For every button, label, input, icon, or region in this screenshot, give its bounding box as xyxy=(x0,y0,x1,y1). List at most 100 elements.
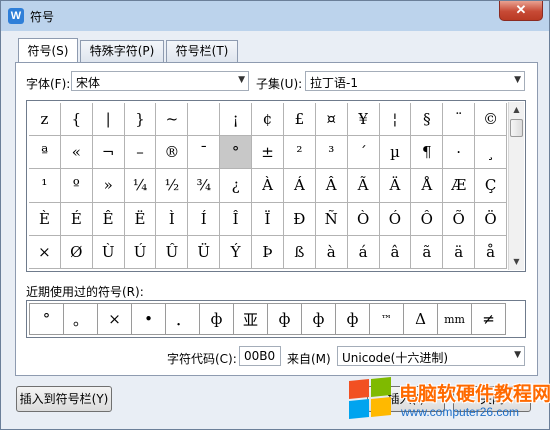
symbol-cell[interactable]: ¾ xyxy=(188,169,221,203)
symbol-cell[interactable]: » xyxy=(92,169,125,203)
recent-symbol-cell[interactable]: Δ xyxy=(403,303,438,335)
symbol-cell[interactable]: ã xyxy=(411,235,444,269)
char-code-input[interactable]: 00B0 xyxy=(239,346,281,366)
recent-symbol-cell[interactable]: ． xyxy=(165,303,200,335)
symbol-cell[interactable]: Ã xyxy=(347,169,380,203)
symbol-cell[interactable]: È xyxy=(29,202,61,236)
symbol-cell[interactable]: Ï xyxy=(252,202,284,236)
insert-to-symbol-bar-button[interactable]: 插入到符号栏(Y) xyxy=(16,386,112,412)
symbol-cell[interactable]: Û xyxy=(156,235,189,269)
title-bar[interactable]: W 符号 ✕ xyxy=(1,1,549,31)
recent-symbol-cell[interactable]: mm xyxy=(437,303,472,335)
scroll-down-icon[interactable]: ▼ xyxy=(509,254,524,270)
recent-symbol-cell[interactable]: ≠ xyxy=(471,303,506,335)
scrollbar-thumb[interactable] xyxy=(510,119,523,137)
symbol-cell[interactable]: Ñ xyxy=(315,202,348,236)
symbol-cell[interactable]: ½ xyxy=(156,169,189,203)
symbol-cell[interactable]: µ xyxy=(379,136,412,170)
symbol-cell[interactable]: ß xyxy=(283,235,316,269)
from-select[interactable]: Unicode(十六进制) ▼ xyxy=(337,346,525,366)
symbol-cell[interactable]: â xyxy=(379,235,412,269)
symbol-cell[interactable]: Æ xyxy=(443,169,476,203)
symbol-cell[interactable]: ä xyxy=(443,235,476,269)
symbol-cell[interactable]: ± xyxy=(252,136,284,170)
symbol-cell[interactable]: « xyxy=(60,136,93,170)
recent-symbol-cell[interactable]: ф xyxy=(267,303,302,335)
symbol-cell[interactable]: Ò xyxy=(347,202,380,236)
symbol-cell[interactable]: Ê xyxy=(92,202,125,236)
symbol-cell[interactable]: ° xyxy=(220,136,253,170)
symbol-cell[interactable]: ³ xyxy=(315,136,348,170)
symbol-cell[interactable]: Ù xyxy=(92,235,125,269)
recent-symbol-cell[interactable]: 亚 xyxy=(233,303,268,335)
symbol-cell[interactable]: – xyxy=(124,136,157,170)
symbol-cell[interactable]: ¹ xyxy=(29,169,61,203)
recent-symbol-cell[interactable]: ф xyxy=(301,303,336,335)
symbol-cell[interactable]: Ö xyxy=(475,202,507,236)
symbol-cell[interactable]: Á xyxy=(283,169,316,203)
symbol-cell[interactable]: ª xyxy=(29,136,61,170)
symbol-cell[interactable]: É xyxy=(60,202,93,236)
symbol-cell[interactable]: á xyxy=(347,235,380,269)
symbol-cell[interactable]: × xyxy=(29,235,61,269)
symbol-cell[interactable]: ¼ xyxy=(124,169,157,203)
symbol-cell[interactable]: ¡ xyxy=(220,103,253,137)
symbol-cell[interactable]: Õ xyxy=(443,202,476,236)
symbol-cell[interactable]: Î xyxy=(220,202,253,236)
symbol-cell[interactable]: ~ xyxy=(156,103,189,137)
symbol-cell[interactable]: © xyxy=(475,103,507,137)
symbol-cell[interactable]: Ó xyxy=(379,202,412,236)
recent-symbol-cell[interactable]: ф xyxy=(335,303,370,335)
tab-symbol-bar[interactable]: 符号栏(T) xyxy=(166,40,238,62)
symbol-cell[interactable]: { xyxy=(60,103,93,137)
symbol-cell[interactable]: ¨ xyxy=(443,103,476,137)
symbol-cell[interactable]: } xyxy=(124,103,157,137)
symbol-cell[interactable]: ¬ xyxy=(92,136,125,170)
symbol-cell[interactable]: Ø xyxy=(60,235,93,269)
symbol-cell[interactable]: Í xyxy=(188,202,221,236)
symbol-cell[interactable]: Ç xyxy=(475,169,507,203)
subset-select[interactable]: 拉丁语-1 ▼ xyxy=(305,71,525,91)
symbol-cell[interactable]: Ð xyxy=(283,202,316,236)
symbol-cell[interactable]: ¤ xyxy=(315,103,348,137)
symbol-cell[interactable]: ® xyxy=(156,136,189,170)
symbol-cell[interactable]: ¯ xyxy=(188,136,221,170)
recent-symbol-cell[interactable]: ° xyxy=(29,303,64,335)
recent-symbol-cell[interactable]: × xyxy=(97,303,132,335)
scroll-up-icon[interactable]: ▲ xyxy=(509,102,524,118)
symbol-cell[interactable]: ² xyxy=(283,136,316,170)
symbol-cell[interactable]: Þ xyxy=(252,235,284,269)
recent-symbol-cell[interactable]: ™ xyxy=(369,303,404,335)
tab-special-characters[interactable]: 特殊字符(P) xyxy=(80,40,164,62)
symbol-cell[interactable]: ´ xyxy=(347,136,380,170)
symbol-cell[interactable]: · xyxy=(443,136,476,170)
close-window-button[interactable]: ✕ xyxy=(499,1,543,21)
symbol-cell[interactable]: | xyxy=(92,103,125,137)
symbol-cell[interactable]: § xyxy=(411,103,444,137)
symbol-cell[interactable]: Ü xyxy=(188,235,221,269)
tab-symbols[interactable]: 符号(S) xyxy=(18,38,78,62)
symbol-cell[interactable]: ¿ xyxy=(220,169,253,203)
symbol-grid-scrollbar[interactable]: ▲ ▼ xyxy=(508,102,524,270)
symbol-cell[interactable]: ¥ xyxy=(347,103,380,137)
symbol-cell[interactable]: Â xyxy=(315,169,348,203)
symbol-cell[interactable]: À xyxy=(252,169,284,203)
symbol-cell[interactable]: å xyxy=(475,235,507,269)
symbol-cell[interactable]: à xyxy=(315,235,348,269)
symbol-cell[interactable]: Å xyxy=(411,169,444,203)
symbol-cell[interactable]: Ä xyxy=(379,169,412,203)
symbol-cell[interactable]: Ë xyxy=(124,202,157,236)
symbol-cell[interactable]: º xyxy=(60,169,93,203)
symbol-cell[interactable]: ¶ xyxy=(411,136,444,170)
symbol-cell[interactable]: Ì xyxy=(156,202,189,236)
symbol-cell[interactable]: ¢ xyxy=(252,103,284,137)
symbol-cell[interactable]: ¸ xyxy=(475,136,507,170)
symbol-cell[interactable] xyxy=(188,103,221,137)
symbol-cell[interactable]: Ô xyxy=(411,202,444,236)
symbol-cell[interactable]: z xyxy=(29,103,61,137)
symbol-cell[interactable]: ¦ xyxy=(379,103,412,137)
recent-symbol-cell[interactable]: 。 xyxy=(63,303,98,335)
font-select[interactable]: 宋体 ▼ xyxy=(71,71,249,91)
recent-symbol-cell[interactable]: • xyxy=(131,303,166,335)
symbol-cell[interactable]: Ý xyxy=(220,235,253,269)
